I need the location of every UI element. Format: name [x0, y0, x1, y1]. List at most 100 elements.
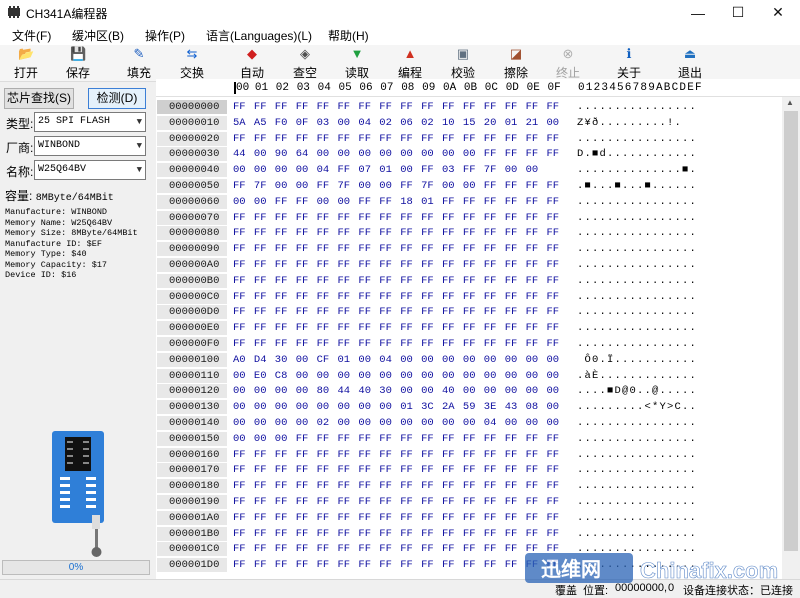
- hex-byte[interactable]: FF: [442, 337, 455, 351]
- ascii-text[interactable]: ................: [577, 463, 697, 477]
- ascii-text[interactable]: ................: [577, 337, 697, 351]
- hex-byte[interactable]: D4: [254, 353, 267, 367]
- hex-byte[interactable]: FF: [379, 542, 392, 556]
- hex-byte[interactable]: 00: [296, 179, 309, 193]
- hex-byte[interactable]: FF: [400, 258, 413, 272]
- erase-button[interactable]: ◪ 擦除: [490, 46, 542, 82]
- hex-byte[interactable]: 08: [526, 400, 539, 414]
- hex-byte[interactable]: 00: [338, 416, 351, 430]
- hex-byte[interactable]: FF: [317, 495, 330, 509]
- hex-byte[interactable]: 00: [254, 416, 267, 430]
- hex-byte[interactable]: FF: [505, 432, 518, 446]
- hex-byte[interactable]: FF: [421, 290, 434, 304]
- hex-row[interactable]: 00000050 FF 7F 00 00 FF 7F 00 00 FF 7F 00 00 FF FF FF FF…: [156, 178, 782, 194]
- hex-byte[interactable]: FF: [547, 511, 560, 525]
- hex-byte[interactable]: FF: [233, 337, 246, 351]
- hex-byte[interactable]: 00: [296, 353, 309, 367]
- hex-byte[interactable]: FF: [317, 511, 330, 525]
- hex-byte[interactable]: 00: [317, 195, 330, 209]
- hex-byte[interactable]: FF: [442, 527, 455, 541]
- hex-byte[interactable]: 21: [526, 116, 539, 130]
- hex-byte[interactable]: 04: [317, 163, 330, 177]
- hex-byte[interactable]: FF: [338, 527, 351, 541]
- hex-byte[interactable]: FF: [463, 511, 476, 525]
- hex-byte[interactable]: FF: [547, 179, 560, 193]
- hex-byte[interactable]: 40: [442, 384, 455, 398]
- hex-byte[interactable]: FF: [442, 448, 455, 462]
- hex-byte[interactable]: FF: [463, 274, 476, 288]
- hex-byte[interactable]: FF: [338, 290, 351, 304]
- hex-byte[interactable]: 00: [338, 147, 351, 161]
- hex-byte[interactable]: FF: [505, 558, 518, 572]
- hex-byte[interactable]: FF: [421, 305, 434, 319]
- hex-byte[interactable]: FF: [296, 195, 309, 209]
- hex-byte[interactable]: 00: [338, 195, 351, 209]
- hex-byte[interactable]: FF: [442, 274, 455, 288]
- hex-byte[interactable]: FF: [338, 258, 351, 272]
- hex-byte[interactable]: FF: [442, 463, 455, 477]
- hex-byte[interactable]: FF: [484, 542, 497, 556]
- hex-byte[interactable]: 00: [463, 369, 476, 383]
- hex-row[interactable]: 000001C0 FF FF FF FF FF FF FF FF FF FF FF FF FF FF FF FF…: [156, 541, 782, 557]
- hex-byte[interactable]: FF: [505, 511, 518, 525]
- hex-byte[interactable]: FF: [442, 100, 455, 114]
- hex-byte[interactable]: FF: [442, 226, 455, 240]
- hex-byte[interactable]: FF: [484, 448, 497, 462]
- hex-byte[interactable]: FF: [442, 211, 455, 225]
- hex-byte[interactable]: 03: [317, 116, 330, 130]
- hex-byte[interactable]: 5A: [233, 116, 246, 130]
- hex-byte[interactable]: FF: [421, 211, 434, 225]
- hex-byte[interactable]: FF: [358, 242, 371, 256]
- hex-byte[interactable]: FF: [338, 542, 351, 556]
- hex-byte[interactable]: FF: [233, 290, 246, 304]
- hex-byte[interactable]: FF: [505, 132, 518, 146]
- hex-byte[interactable]: FF: [296, 100, 309, 114]
- hex-byte[interactable]: FF: [484, 432, 497, 446]
- hex-byte[interactable]: FF: [254, 495, 267, 509]
- hex-byte[interactable]: 7F: [254, 179, 267, 193]
- ascii-text[interactable]: ................: [577, 321, 697, 335]
- hex-byte[interactable]: 00: [275, 179, 288, 193]
- hex-byte[interactable]: 00: [526, 416, 539, 430]
- hex-byte[interactable]: CF: [317, 353, 330, 367]
- hex-byte[interactable]: FF: [526, 305, 539, 319]
- hex-row[interactable]: 00000160 FF FF FF FF FF FF FF FF FF FF FF FF FF FF FF FF…: [156, 447, 782, 463]
- hex-byte[interactable]: FF: [296, 211, 309, 225]
- menu-buffer[interactable]: 缓冲区(B): [72, 27, 124, 44]
- hex-byte[interactable]: FF: [400, 290, 413, 304]
- hex-byte[interactable]: FF: [254, 258, 267, 272]
- hex-byte[interactable]: FF: [442, 511, 455, 525]
- hex-byte[interactable]: FF: [547, 337, 560, 351]
- ascii-text[interactable]: .■...■...■......: [577, 179, 697, 193]
- hex-byte[interactable]: FF: [505, 527, 518, 541]
- hex-byte[interactable]: FF: [338, 448, 351, 462]
- hex-byte[interactable]: FF: [317, 258, 330, 272]
- hex-byte[interactable]: FF: [547, 432, 560, 446]
- hex-byte[interactable]: FF: [296, 305, 309, 319]
- hex-byte[interactable]: FF: [254, 226, 267, 240]
- hex-byte[interactable]: 06: [400, 116, 413, 130]
- hex-byte[interactable]: FF: [484, 558, 497, 572]
- hex-byte[interactable]: FF: [421, 463, 434, 477]
- hex-byte[interactable]: 2A: [442, 400, 455, 414]
- minimize-button[interactable]: —: [680, 0, 716, 25]
- hex-byte[interactable]: FF: [421, 542, 434, 556]
- ascii-text[interactable]: Ô0.Ï...........: [577, 353, 697, 367]
- hex-byte[interactable]: FF: [317, 337, 330, 351]
- hex-byte[interactable]: FF: [484, 463, 497, 477]
- hex-byte[interactable]: FF: [463, 448, 476, 462]
- hex-byte[interactable]: FF: [317, 542, 330, 556]
- hex-byte[interactable]: FF: [275, 321, 288, 335]
- vertical-scrollbar[interactable]: ▲: [782, 97, 800, 579]
- hex-byte[interactable]: FF: [379, 305, 392, 319]
- hex-byte[interactable]: FF: [379, 511, 392, 525]
- detect-button[interactable]: 检测(D): [88, 88, 146, 109]
- hex-byte[interactable]: FF: [275, 527, 288, 541]
- hex-byte[interactable]: 18: [400, 195, 413, 209]
- hex-byte[interactable]: 00: [296, 416, 309, 430]
- hex-byte[interactable]: FF: [484, 226, 497, 240]
- hex-byte[interactable]: FF: [463, 242, 476, 256]
- hex-byte[interactable]: FF: [317, 274, 330, 288]
- hex-byte[interactable]: FF: [484, 195, 497, 209]
- hex-byte[interactable]: 00: [421, 384, 434, 398]
